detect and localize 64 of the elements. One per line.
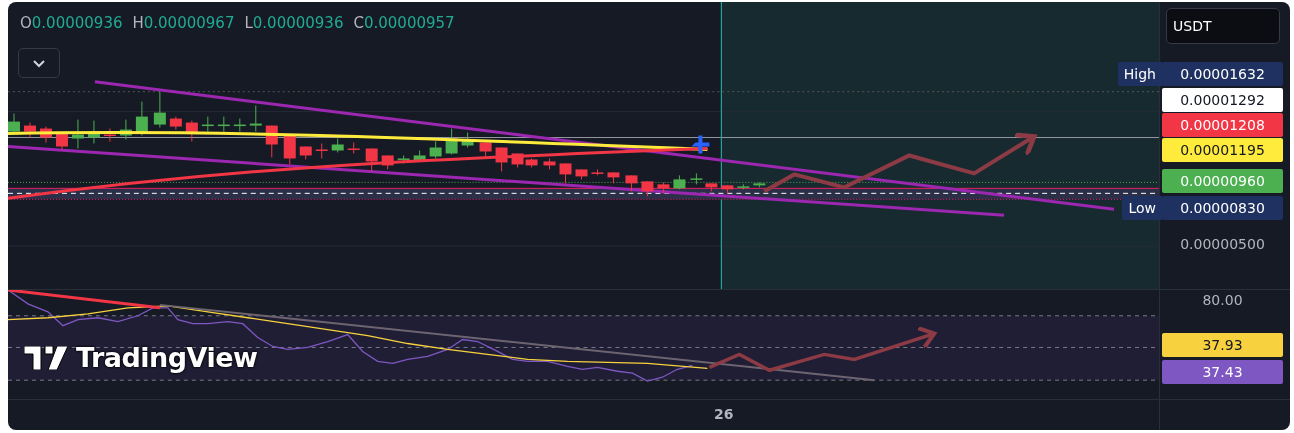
price-label: 37.93 <box>1162 333 1283 357</box>
falling-candle <box>641 180 654 197</box>
rising-candle <box>233 118 246 133</box>
legend-key: H <box>132 14 144 32</box>
rising-candle <box>413 150 426 162</box>
legend-value: 0.00000936 <box>252 14 344 32</box>
price-label: 0.00001292 <box>1162 88 1283 112</box>
falling-candle <box>347 142 360 154</box>
falling-candle <box>299 146 312 160</box>
legend-key: L <box>244 14 253 32</box>
falling-candle <box>381 154 394 170</box>
falling-candle <box>315 143 328 159</box>
falling-candle <box>721 184 734 194</box>
rising-candle <box>331 138 344 153</box>
rising-candle <box>153 91 166 129</box>
price-tag: Low <box>1122 196 1162 220</box>
falling-candle <box>625 174 638 192</box>
cross-icon <box>691 135 710 154</box>
rising-candle <box>201 116 214 133</box>
rising-candle <box>445 128 458 155</box>
falling-candle <box>495 147 508 172</box>
falling-candle <box>169 116 182 131</box>
falling-candle <box>365 148 378 172</box>
logo-icon <box>24 345 68 370</box>
rising-candle <box>71 119 84 149</box>
chevron-down-icon <box>32 58 46 68</box>
falling-candle <box>39 126 52 143</box>
legend-key: O <box>20 14 32 32</box>
falling-candle <box>543 157 556 170</box>
price-label: 0.00001208 <box>1162 113 1283 137</box>
falling-candle <box>705 182 718 192</box>
falling-candle <box>55 131 68 150</box>
price-label: 37.43 <box>1162 360 1283 384</box>
falling-candle <box>479 142 492 158</box>
falling-candle <box>283 134 296 165</box>
logo-text: TradingView <box>76 342 258 373</box>
rising-candle <box>461 132 474 148</box>
price-label: 80.00 <box>1201 291 1244 310</box>
rising-candle <box>249 105 262 133</box>
rising-candle <box>119 119 132 140</box>
legend-value: 0.00000957 <box>363 14 455 32</box>
time-label: 26 <box>714 406 734 422</box>
legend-value: 0.00000936 <box>31 14 123 32</box>
price-tag: High <box>1117 62 1162 86</box>
falling-candle <box>103 128 116 142</box>
rising-candle <box>87 120 100 144</box>
price-label: 0.00000960 <box>1162 169 1283 193</box>
legend-value: 0.00000967 <box>143 14 235 32</box>
price-label: 0.00000500 <box>1179 235 1266 254</box>
rising-candle <box>429 141 442 159</box>
currency-selector[interactable]: USDT <box>1166 8 1280 44</box>
rising-candle <box>217 116 230 133</box>
falling-candle <box>559 162 572 184</box>
falling-candle <box>24 122 36 139</box>
rising-candle <box>135 101 148 137</box>
falling-candle <box>591 168 604 176</box>
collapse-button[interactable] <box>18 48 60 78</box>
falling-candle <box>575 168 588 180</box>
price-label: 0.00001195 <box>1162 138 1283 162</box>
falling-candle <box>185 120 198 142</box>
falling-candle <box>607 171 620 184</box>
falling-candle <box>265 125 278 158</box>
legend-key: C <box>353 14 364 32</box>
falling-candle <box>657 181 670 194</box>
